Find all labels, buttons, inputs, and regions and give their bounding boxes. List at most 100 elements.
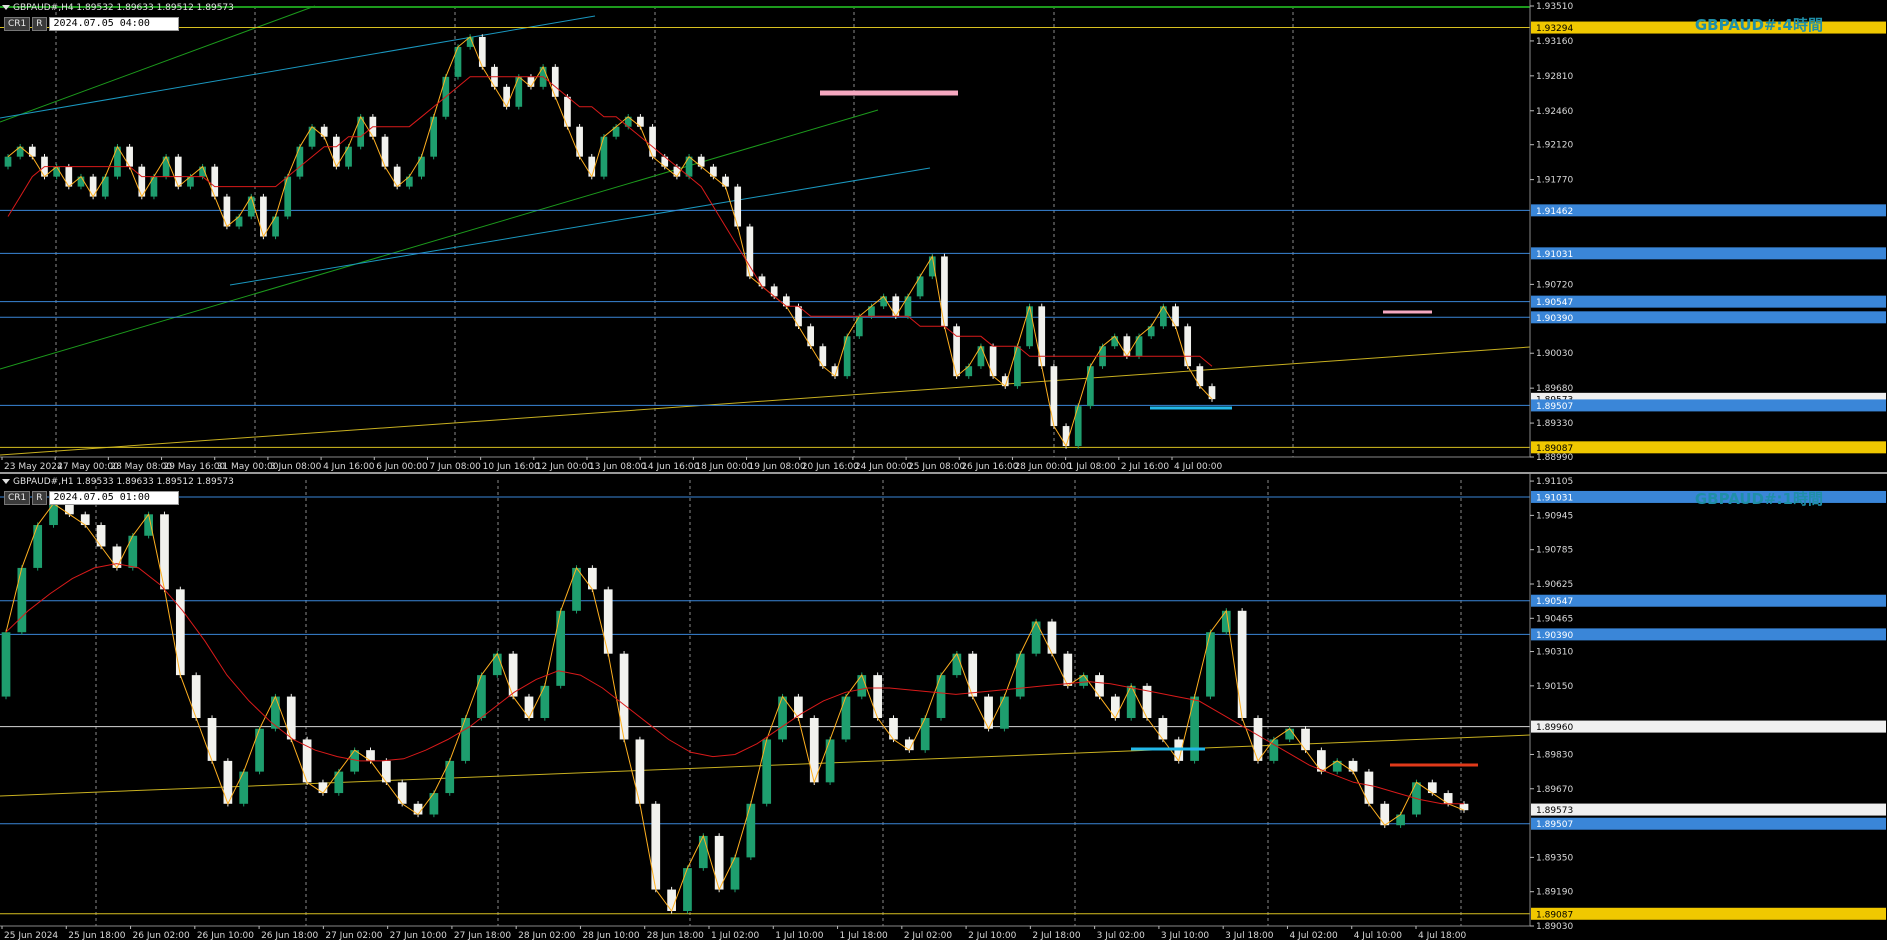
- chart-pane-h4[interactable]: 1.93510 1.93160 1.92810 1.92460 1.92120 1.917…: [0, 0, 1887, 472]
- price-label-bg-5: [1531, 817, 1886, 830]
- candle-body-1: [17, 567, 27, 633]
- x-tick-label-21: 2 Jul 16:00: [1121, 462, 1170, 472]
- candle-body-42: [667, 889, 676, 911]
- candle-body-8: [128, 535, 138, 568]
- collapse-triangle-icon[interactable]: [2, 5, 10, 10]
- price-label-0: 1.91031: [1536, 493, 1573, 503]
- h4-cr-button[interactable]: CR1: [4, 17, 31, 31]
- candle-body-55: [873, 675, 882, 719]
- y-tick-label-9: 1.89330: [1536, 419, 1573, 429]
- candle-body-58: [920, 718, 930, 751]
- price-label-bg-4: [1531, 311, 1886, 324]
- candle-body-79: [1253, 718, 1263, 761]
- price-label-bg-1: [1531, 594, 1886, 607]
- h1-cr-button[interactable]: CR1: [4, 491, 31, 505]
- x-tick-label-19: 28 Jun 00:00: [1014, 462, 1071, 472]
- price-axis-background: [1530, 474, 1887, 940]
- x-tick-label-18: 26 Jun 16:00: [961, 462, 1018, 472]
- candle-body-37: [588, 567, 597, 590]
- x-tick-label-14: 19 Jun 08:00: [749, 462, 806, 472]
- price-label-6: 1.89087: [1536, 910, 1573, 920]
- price-label-3: 1.89960: [1536, 723, 1573, 733]
- candle-body-34: [540, 685, 550, 719]
- h4-timeframe-label: GBPAUD#:4時間: [1694, 16, 1823, 34]
- price-label-2: 1.90390: [1536, 631, 1573, 641]
- x-tick-label-6: 27 Jun 10:00: [390, 931, 447, 940]
- y-tick-label-2: 1.90785: [1536, 546, 1573, 556]
- candle-body-46: [730, 857, 740, 890]
- candle-body-6: [96, 525, 106, 547]
- x-tick-label-12: 14 Jun 16:00: [642, 462, 699, 472]
- y-tick-label-2: 1.92810: [1536, 72, 1573, 82]
- y-tick-label-10: 1.89190: [1536, 888, 1573, 898]
- x-tick-label-20: 4 Jul 02:00: [1289, 931, 1338, 940]
- y-tick-label-7: 1.89830: [1536, 750, 1573, 760]
- h4-chart-canvas[interactable]: 1.93510 1.93160 1.92810 1.92460 1.92120 1.917…: [0, 0, 1887, 472]
- y-tick-label-5: 1.91770: [1536, 176, 1573, 186]
- candle-body-71: [1126, 685, 1136, 719]
- collapse-triangle-icon[interactable]: [2, 479, 10, 484]
- candle-body-61: [968, 653, 978, 697]
- h1-chart-canvas[interactable]: 1.91105 1.90945 1.90785 1.90625 1.90465 1.903…: [0, 474, 1887, 940]
- x-tick-label-8: 7 Jun 08:00: [429, 462, 481, 472]
- x-tick-label-11: 13 Jun 08:00: [589, 462, 646, 472]
- candle-body-61: [746, 226, 754, 277]
- candle-body-3: [49, 503, 58, 526]
- y-tick-label-3: 1.92460: [1536, 107, 1573, 117]
- candle-body-75: [1190, 696, 1199, 761]
- candle-body-86: [1364, 771, 1374, 804]
- candle-body-28: [445, 760, 455, 794]
- y-tick-label-8: 1.89680: [1536, 384, 1573, 394]
- candle-body-48: [762, 739, 772, 804]
- h4-symbol-header: GBPAUD#,H4 1.89532 1.89633 1.89512 1.895…: [2, 2, 234, 14]
- candle-body-43: [683, 868, 692, 911]
- candle-body-41: [651, 803, 661, 890]
- y-tick-label-11: 1.89030: [1536, 922, 1573, 932]
- candle-body-53: [841, 696, 851, 740]
- candle-body-9: [144, 514, 153, 536]
- y-tick-label-6: 1.90720: [1536, 280, 1573, 290]
- price-label-bg-3: [1531, 295, 1886, 308]
- candle-body-56: [889, 718, 898, 740]
- x-tick-label-18: 3 Jul 10:00: [1161, 931, 1210, 940]
- h1-r-button[interactable]: R: [32, 491, 47, 505]
- candle-body-11: [175, 589, 185, 676]
- trading-terminal: 1.93510 1.93160 1.92810 1.92460 1.92120 1.917…: [0, 0, 1887, 940]
- h4-r-button[interactable]: R: [32, 17, 47, 31]
- h4-datetime-field[interactable]: 2024.07.05 04:00: [48, 17, 179, 31]
- y-tick-label-0: 1.93510: [1536, 2, 1573, 12]
- candle-body-32: [508, 653, 518, 697]
- price-label-5: 1.89507: [1536, 820, 1573, 830]
- candle-body-24: [381, 760, 391, 783]
- x-tick-label-5: 27 Jun 02:00: [325, 931, 382, 940]
- h1-datetime-field[interactable]: 2024.07.05 01:00: [48, 491, 179, 505]
- candle-body-44: [698, 835, 708, 869]
- x-tick-label-6: 4 Jun 16:00: [323, 462, 375, 472]
- candle-body-63: [1000, 696, 1009, 729]
- candle-body-62: [984, 696, 993, 729]
- chart-pane-h1[interactable]: 1.91105 1.90945 1.90785 1.90625 1.90465 1.903…: [0, 474, 1887, 940]
- x-tick-label-3: 26 Jun 10:00: [197, 931, 254, 940]
- x-tick-label-22: 4 Jul 18:00: [1418, 931, 1467, 940]
- x-tick-label-0: 23 May 2024: [4, 462, 63, 472]
- x-tick-label-1: 25 Jun 18:00: [68, 931, 125, 940]
- x-tick-label-7: 27 Jun 18:00: [454, 931, 511, 940]
- candle-body-60: [952, 653, 962, 676]
- price-label-4: 1.90390: [1536, 314, 1573, 324]
- candle-body-50: [794, 696, 803, 719]
- y-tick-label-0: 1.91105: [1536, 477, 1573, 487]
- candle-body-87: [1380, 803, 1390, 826]
- candle-body-29: [461, 718, 470, 761]
- candle-body-16: [255, 728, 264, 772]
- price-label-bg-4: [1531, 803, 1886, 816]
- x-tick-label-7: 6 Jun 00:00: [376, 462, 428, 472]
- x-tick-label-2: 26 Jun 02:00: [133, 931, 190, 940]
- x-tick-label-0: 25 Jun 2024: [4, 931, 58, 940]
- candle-body-64: [1015, 653, 1025, 697]
- x-tick-label-10: 12 Jun 00:00: [536, 462, 593, 472]
- x-tick-label-17: 3 Jul 02:00: [1097, 931, 1146, 940]
- y-tick-label-9: 1.89350: [1536, 853, 1573, 863]
- y-tick-label-8: 1.89670: [1536, 785, 1573, 795]
- y-tick-label-10: 1.88990: [1536, 453, 1573, 463]
- h1-toolbar: CR1 R 2024.07.05 01:00: [4, 491, 179, 505]
